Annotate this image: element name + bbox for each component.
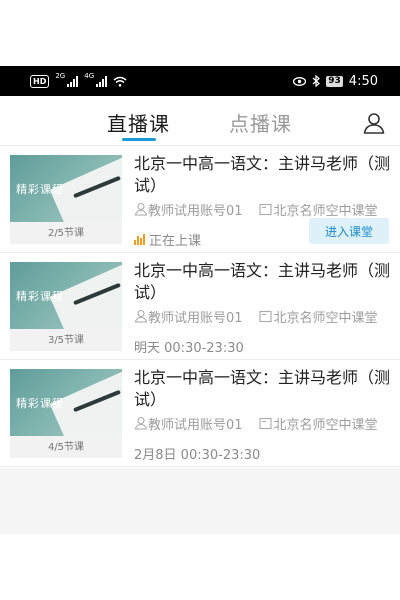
teacher-icon — [134, 416, 148, 430]
app-screen: HD 2G 4G 93 4:50 直播课 点播课 精彩课程 2/5节课 北京一中… — [0, 0, 400, 600]
teacher-icon — [134, 202, 148, 216]
tab-live-course[interactable]: 直播课 — [107, 108, 170, 137]
course-card[interactable]: 精彩课程 4/5节课 北京一中高一语文：主讲马老师（测试） 教师试用账号01 北… — [0, 360, 400, 467]
teacher-name: 教师试用账号01 — [148, 310, 243, 326]
course-card[interactable]: 精彩课程 2/5节课 北京一中高一语文：主讲马老师（测试） 教师试用账号01 北… — [0, 146, 400, 253]
network-label: 4G — [84, 72, 95, 80]
lesson-count: 4/5节课 — [47, 442, 85, 453]
status-left: HD 2G 4G — [30, 72, 127, 88]
course-status: 2月8日 00:30-23:30 — [134, 444, 260, 463]
status-text: 明天 00:30-23:30 — [134, 341, 244, 356]
signal-icon — [96, 75, 108, 87]
enter-classroom-button[interactable]: 进入课堂 — [309, 218, 389, 244]
course-title[interactable]: 北京一中高一语文：主讲马老师（测试） — [134, 260, 396, 304]
status-bar: HD 2G 4G 93 4:50 — [0, 66, 400, 96]
tab-vod-course[interactable]: 点播课 — [229, 108, 292, 137]
course-list: 精彩课程 2/5节课 北京一中高一语文：主讲马老师（测试） 教师试用账号01 北… — [0, 146, 400, 468]
lesson-count: 3/5节课 — [47, 335, 85, 346]
clock: 4:50 — [348, 73, 378, 89]
teacher-name: 教师试用账号01 — [148, 203, 243, 219]
course-cover-image: 精彩课程 — [10, 369, 122, 436]
thumb-label: 精彩课程 — [16, 290, 64, 303]
wifi-icon — [113, 76, 127, 87]
course-thumbnail[interactable]: 精彩课程 2/5节课 — [10, 155, 122, 244]
course-status: 明天 00:30-23:30 — [134, 337, 244, 356]
status-right: 93 4:50 — [293, 74, 378, 89]
live-indicator-icon — [134, 234, 145, 245]
teacher-name: 教师试用账号01 — [148, 417, 243, 433]
top-nav: 直播课 点播课 — [0, 96, 400, 146]
course-status: 正在上课 — [134, 230, 201, 249]
lesson-count: 2/5节课 — [47, 228, 85, 239]
course-meta: 教师试用账号01 北京名师空中课堂 — [134, 200, 400, 218]
teacher-icon — [134, 309, 148, 323]
thumb-label: 精彩课程 — [16, 397, 64, 410]
course-cover-image: 精彩课程 — [10, 155, 122, 222]
signal-icon — [67, 75, 79, 87]
course-card[interactable]: 精彩课程 3/5节课 北京一中高一语文：主讲马老师（测试） 教师试用账号01 北… — [0, 253, 400, 360]
active-tab-indicator — [122, 138, 156, 141]
course-meta: 教师试用账号01 北京名师空中课堂 — [134, 414, 400, 432]
eye-icon — [293, 76, 307, 86]
course-title[interactable]: 北京一中高一语文：主讲马老师（测试） — [134, 367, 396, 411]
status-text: 正在上课 — [149, 234, 202, 249]
school-name: 北京名师空中课堂 — [273, 203, 378, 219]
user-profile-icon[interactable] — [362, 111, 386, 135]
course-cover-image: 精彩课程 — [10, 262, 122, 329]
course-title[interactable]: 北京一中高一语文：主讲马老师（测试） — [134, 153, 396, 197]
hd-badge: HD — [30, 74, 50, 88]
school-icon — [258, 310, 272, 322]
school-name: 北京名师空中课堂 — [273, 417, 378, 433]
course-meta: 教师试用账号01 北京名师空中课堂 — [134, 307, 400, 325]
battery-indicator: 93 — [326, 75, 343, 87]
course-thumbnail[interactable]: 精彩课程 4/5节课 — [10, 369, 122, 458]
status-text: 2月8日 00:30-23:30 — [134, 448, 261, 463]
school-name: 北京名师空中课堂 — [273, 310, 378, 326]
school-icon — [258, 417, 272, 429]
school-icon — [258, 203, 272, 215]
network-label: 2G — [55, 72, 66, 80]
course-thumbnail[interactable]: 精彩课程 3/5节课 — [10, 262, 122, 351]
list-empty-area — [0, 468, 400, 534]
bluetooth-icon — [312, 75, 321, 87]
thumb-label: 精彩课程 — [16, 183, 64, 196]
